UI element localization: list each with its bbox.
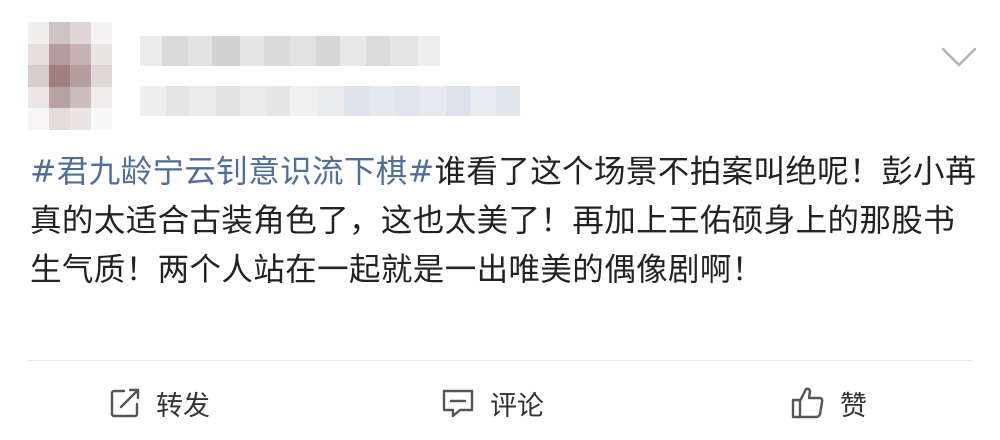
topic-link[interactable]: #君九龄宁云钊意识流下棋# [30,154,435,190]
username-redacted[interactable] [140,36,440,66]
like-button[interactable]: 赞 [790,378,867,428]
like-label: 赞 [840,390,867,422]
avatar[interactable] [28,22,112,130]
more-options-button[interactable] [940,44,978,70]
post-content: #君九龄宁云钊意识流下棋#谁看了这个场景不拍案叫绝呢！彭小苒真的太适合古装角色了… [30,148,980,295]
comment-icon [442,389,474,418]
weibo-post-card: #君九龄宁云钊意识流下棋#谁看了这个场景不拍案叫绝呢！彭小苒真的太适合古装角色了… [0,0,1000,440]
repost-icon [110,388,140,418]
thumbs-up-icon [791,387,824,419]
repost-label: 转发 [156,390,210,422]
post-meta-redacted [140,86,520,116]
divider [28,360,972,361]
chevron-down-icon [941,47,977,67]
repost-button[interactable]: 转发 [108,378,210,428]
comment-label: 评论 [490,390,544,422]
comment-button[interactable]: 评论 [440,378,544,428]
